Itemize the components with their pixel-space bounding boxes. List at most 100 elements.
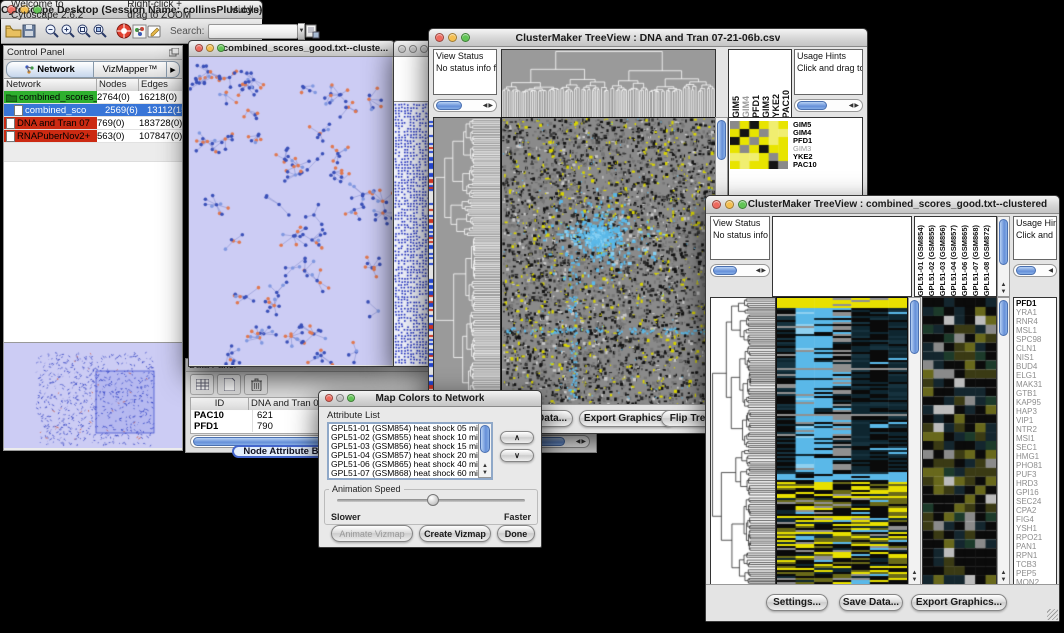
attribute-table-icon[interactable] <box>190 374 214 395</box>
network-row[interactable]: DNA and Tran 07 769(0) 183728(0) <box>4 117 182 130</box>
close-icon[interactable] <box>398 45 406 53</box>
tv2-settings-button[interactable]: Settings... <box>766 594 828 611</box>
tv2-view-status: View Status No status info f <box>710 216 770 260</box>
gene-label: VIP1 <box>1016 416 1056 425</box>
edit-network-icon[interactable] <box>147 21 162 42</box>
map-colors-dialog: Map Colors to Network Attribute List GPL… <box>318 390 542 548</box>
minimize-icon[interactable] <box>725 200 734 209</box>
minimize-icon[interactable] <box>336 394 344 402</box>
treeview1-title-bar[interactable]: ClusterMaker TreeView : DNA and Tran 07-… <box>429 29 867 47</box>
tv2-column-dendrogram-area[interactable] <box>772 216 912 297</box>
attribute-down-button[interactable]: ∨ <box>500 449 534 462</box>
network-row[interactable]: RNAPuberNov2+ 563(0) 107847(0) <box>4 130 182 143</box>
tv1-col-label: YKE2 <box>771 94 781 118</box>
tv1-row-labels: GIM5 GIM4 PFD1 GIM3 YKE2 PAC10 <box>793 121 817 169</box>
tv2-labels-vscrollbar[interactable]: ▲▼ <box>997 216 1010 297</box>
zoom-window-icon[interactable] <box>461 33 470 42</box>
gene-label: KAP95 <box>1016 398 1056 407</box>
network-view-title-bar[interactable]: combined_scores_good.txt--cluste... <box>189 41 394 57</box>
network-tab-icon <box>25 65 34 74</box>
plugin-manager-icon[interactable] <box>132 21 147 42</box>
tv2-button-bar: Settings... Save Data... Export Graphics… <box>706 584 1059 621</box>
control-panel: Control Panel Network VizMapper™ ▶ Netwo… <box>3 45 183 451</box>
search-input[interactable] <box>208 24 298 39</box>
close-icon[interactable] <box>712 200 721 209</box>
close-icon[interactable] <box>325 394 333 402</box>
tv1-col-label: GIM5 <box>731 96 741 118</box>
birdseye-view[interactable] <box>4 342 182 450</box>
slider-thumb[interactable] <box>427 494 439 506</box>
resize-grip[interactable] <box>1047 609 1058 620</box>
new-attribute-icon[interactable] <box>217 374 241 395</box>
animation-speed-slider[interactable] <box>337 499 525 502</box>
gene-label: GTB1 <box>1016 389 1056 398</box>
close-icon[interactable] <box>195 44 203 52</box>
status-pan-hint: Middle- <box>230 5 263 16</box>
dialog-title-bar[interactable]: Map Colors to Network <box>319 391 541 407</box>
tv2-detail-vscrollbar[interactable]: ▲▼ <box>997 297 1010 585</box>
search-config-icon[interactable] <box>305 21 320 42</box>
treeview2-title-bar[interactable]: ClusterMaker TreeView : combined_scores_… <box>706 196 1059 214</box>
attribute-list-label: Attribute List <box>327 410 380 421</box>
zoom-in-icon[interactable] <box>60 21 76 42</box>
tv1-col-label: PAC10 <box>781 90 791 118</box>
tv2-col-label: GPL51-07 (GSM868) <box>971 225 982 296</box>
tv2-usage-hints: Usage Hints Click and <box>1013 216 1057 260</box>
birdseye-canvas[interactable] <box>4 343 182 448</box>
attribute-listbox[interactable]: GPL51-01 (GSM854) heat shock 05 min GPL5… <box>327 422 493 480</box>
tv2-heatmap-canvas[interactable] <box>777 298 907 584</box>
gene-label: MSI1 <box>1016 434 1056 443</box>
network-row[interactable]: combined_scores_ 2764(0) 16218(0) <box>4 91 182 104</box>
attribute-up-button[interactable]: ∧ <box>500 431 534 444</box>
tv2-heatmap-vscrollbar[interactable]: ▲▼ <box>908 297 921 585</box>
minimize-icon[interactable] <box>206 44 214 52</box>
gene-label: FIG4 <box>1016 515 1056 524</box>
gene-label: HRD3 <box>1016 479 1056 488</box>
gene-label: PHO81 <box>1016 461 1056 470</box>
tv2-hints-hscrollbar[interactable]: ◀ <box>1013 264 1057 277</box>
network-view-window: combined_scores_good.txt--cluste... <box>188 40 395 367</box>
zoom-window-icon[interactable] <box>738 200 747 209</box>
open-folder-icon[interactable] <box>5 21 22 42</box>
help-lifesaver-icon[interactable] <box>116 21 132 42</box>
attribute-list-vscrollbar[interactable]: ▲▼ <box>478 424 491 478</box>
tv1-detail-heatmap[interactable] <box>730 121 788 169</box>
gene-label: CPA2 <box>1016 506 1056 515</box>
tab-vizmapper[interactable]: VizMapper™ <box>94 61 167 78</box>
zoom-out-icon[interactable] <box>44 21 60 42</box>
zoom-window-icon[interactable] <box>347 394 355 402</box>
minimize-icon[interactable] <box>409 45 417 53</box>
network-row-selected[interactable]: combined_sco 2569(6) 13112(15) <box>4 104 182 117</box>
zoom-window-icon[interactable] <box>420 45 428 53</box>
animate-vizmap-button[interactable]: Animate Vizmap <box>331 525 413 542</box>
tv1-row-dendrogram[interactable] <box>434 118 500 404</box>
tab-overflow-arrow[interactable]: ▶ <box>167 61 180 78</box>
minimize-icon[interactable] <box>448 33 457 42</box>
zoom-window-icon[interactable] <box>217 44 225 52</box>
network-canvas[interactable] <box>189 57 392 365</box>
gene-label: NIS1 <box>1016 353 1056 362</box>
close-icon[interactable] <box>435 33 444 42</box>
tv1-status-hscrollbar[interactable]: ◀▶ <box>433 99 497 112</box>
save-icon[interactable] <box>22 21 36 42</box>
tab-network[interactable]: Network <box>6 61 94 78</box>
tv2-status-hscrollbar[interactable]: ◀▶ <box>710 264 770 277</box>
tv2-col-label: GPL51-02 (GSM855) <box>927 225 938 296</box>
create-vizmap-button[interactable]: Create Vizmap <box>419 525 491 542</box>
zoom-fit-icon[interactable] <box>76 21 92 42</box>
tv1-heatmap-canvas[interactable] <box>502 118 715 404</box>
zoom-selected-icon[interactable] <box>92 21 108 42</box>
network-doc-icon <box>6 131 15 142</box>
search-dropdown-button[interactable]: ▼ <box>298 23 305 40</box>
float-panel-icon[interactable] <box>169 44 179 62</box>
tv2-row-dendrogram[interactable] <box>711 298 775 584</box>
tv2-export-graphics-button[interactable]: Export Graphics... <box>911 594 1007 611</box>
tv2-detail-heatmap[interactable] <box>923 298 996 584</box>
tv2-save-data-button[interactable]: Save Data... <box>839 594 903 611</box>
attribute-item[interactable]: GPL51-07 (GSM868) heat shock 60 min <box>329 469 491 478</box>
done-button[interactable]: Done <box>497 525 535 542</box>
tv1-column-dendrogram[interactable] <box>502 50 715 118</box>
matrix-dots-canvas[interactable] <box>394 102 431 365</box>
tv1-hints-hscrollbar[interactable]: ◀▶ <box>794 99 863 112</box>
trash-icon[interactable] <box>244 374 268 395</box>
